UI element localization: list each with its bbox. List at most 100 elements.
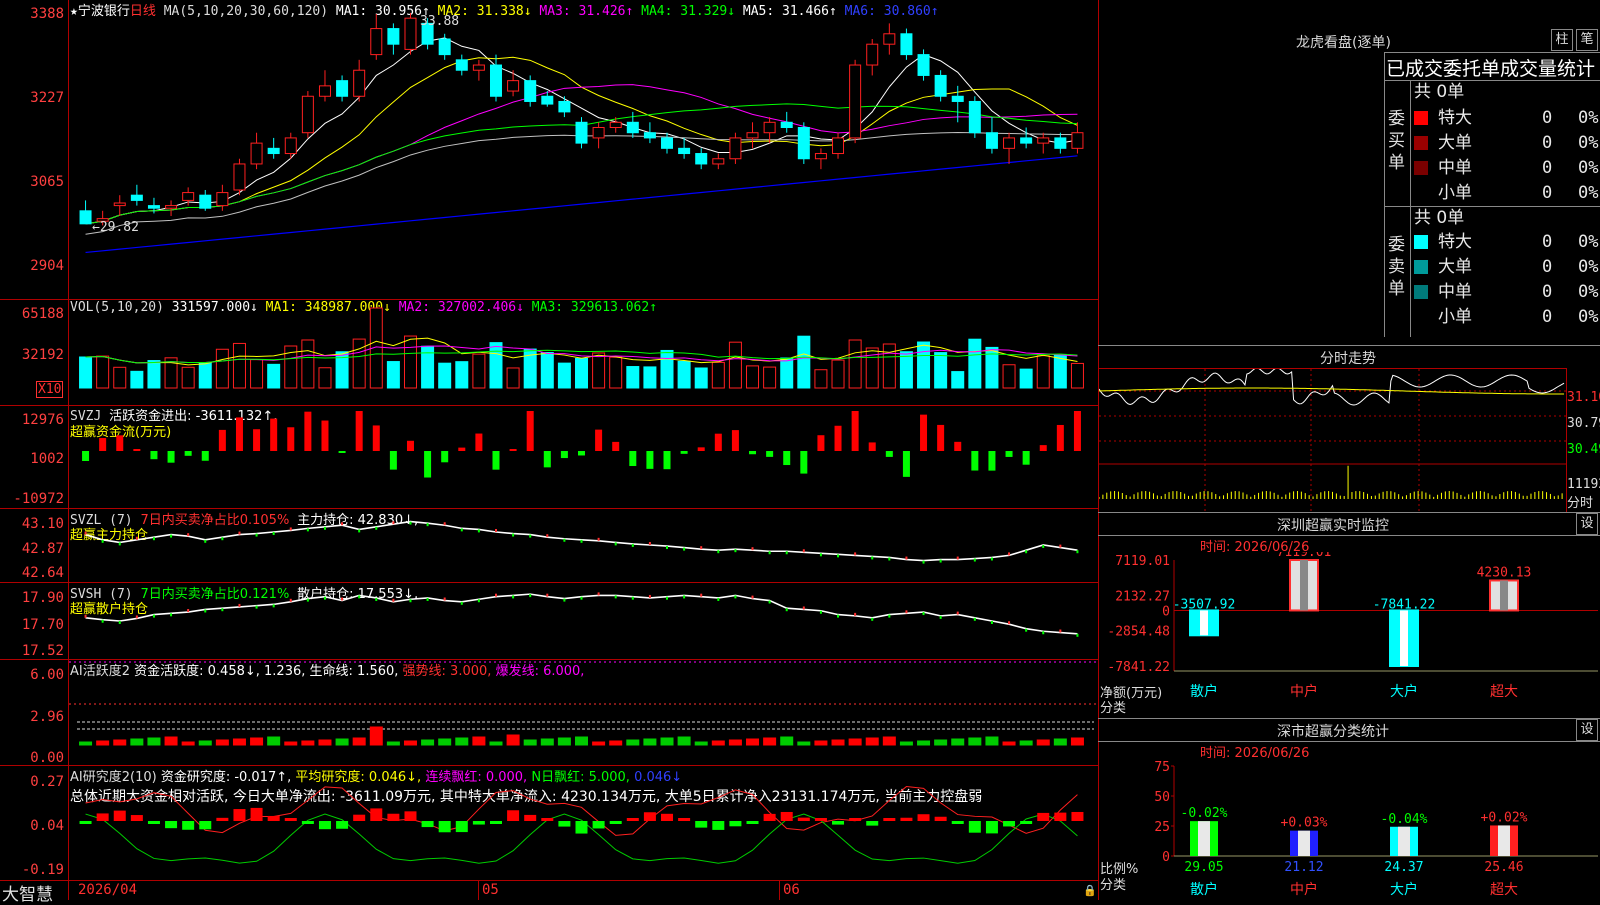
research-bar — [814, 818, 827, 821]
activity-bar — [318, 739, 332, 746]
intraday-chart[interactable] — [1099, 369, 1566, 511]
sz-class-category: 中户 — [1290, 881, 1318, 898]
sell-swatch-0 — [1414, 235, 1428, 249]
sz-class-chart[interactable]: 75 50 25 0 -0.02% 29.05 散户 +0.03% 21.12 中户 -0.04% 2… — [1098, 758, 1600, 900]
flow-bar — [321, 420, 329, 451]
flow-bar — [133, 449, 141, 451]
ai2-chart[interactable] — [69, 766, 1098, 880]
research-bar — [96, 813, 109, 821]
flow-bar — [526, 411, 534, 451]
flow-bar — [646, 451, 654, 469]
date-separator — [779, 880, 780, 900]
sz-monitor-category: 散户 — [1190, 683, 1218, 700]
sz-class-value-label: 29.05 — [1184, 860, 1223, 875]
sell-row-count: 0 — [1542, 257, 1553, 277]
sz-monitor-tick: 7119.01 — [1115, 554, 1170, 569]
ai1-tick: 2.96 — [30, 709, 64, 725]
research-bar — [592, 821, 605, 829]
svsh-tick: 17.90 — [21, 590, 64, 606]
svsh-tick: 17.52 — [21, 643, 64, 659]
activity-bar — [643, 738, 657, 746]
flow-bar — [749, 451, 757, 455]
volume-bar — [1002, 364, 1016, 389]
candle-body — [900, 33, 913, 56]
lock-icon[interactable]: 🔒 — [1083, 884, 1097, 897]
research-bar — [558, 821, 571, 827]
sz-monitor-value-label: -7841.22 — [1373, 597, 1436, 612]
flow-bar — [99, 438, 107, 451]
research-bar — [267, 815, 280, 821]
flow-bar — [595, 429, 603, 451]
bar-mode-button[interactable]: 柱 — [1551, 29, 1573, 51]
flow-bar — [578, 451, 585, 456]
sell-row-name: 大单 — [1438, 257, 1472, 277]
sell-row-pct: 0% — [1578, 232, 1599, 252]
research-bar — [489, 821, 502, 824]
activity-bar — [1019, 740, 1033, 746]
svzl-chart[interactable] — [69, 509, 1098, 582]
flow-bar — [1022, 451, 1030, 465]
sell-row-pct: 0% — [1578, 257, 1599, 277]
divider — [1384, 52, 1385, 337]
volume-bar — [694, 367, 708, 389]
activity-bar — [831, 739, 845, 746]
svsh-chart[interactable] — [69, 583, 1098, 659]
activity-bar — [438, 738, 452, 746]
sz-class-title: 深市超赢分类统计 — [1277, 724, 1389, 740]
sz-class-settings-button[interactable]: 设 — [1576, 719, 1598, 741]
ai1-tick: 6.00 — [30, 667, 64, 683]
volume-bar — [934, 352, 948, 389]
candle-body — [729, 137, 742, 160]
candle-body — [318, 85, 331, 97]
research-bar — [387, 813, 400, 821]
tab-order-stats[interactable]: 已成交委托单成交量统计 — [1386, 54, 1595, 81]
price-tick: 3227 — [30, 90, 64, 106]
divider — [1410, 80, 1411, 337]
flow-bar — [971, 451, 979, 471]
candlestick-chart[interactable] — [69, 0, 1098, 299]
flow-bar — [492, 451, 500, 470]
volume-bar — [489, 342, 503, 389]
candle-body — [507, 80, 520, 92]
flow-bar — [714, 433, 722, 451]
volume-bar — [865, 347, 879, 389]
candle-body — [951, 95, 964, 102]
flow-bar — [731, 430, 739, 451]
volume-bar — [79, 356, 93, 389]
sz-class-bar-highlight — [1498, 825, 1510, 856]
candle-body — [968, 100, 981, 134]
activity-bar — [592, 741, 606, 746]
activity-bar — [814, 740, 828, 746]
candle-body — [147, 205, 160, 209]
sz-monitor-chart[interactable]: 7119.01 2132.270 -2854.48 -7841.22 -3507.92 散… — [1098, 552, 1600, 714]
activity-bar — [386, 741, 400, 746]
tick-mode-button[interactable]: 笔 — [1576, 29, 1598, 51]
ai1-chart[interactable] — [69, 660, 1098, 765]
divider — [1098, 535, 1600, 536]
sell-row-name: 特大 — [1438, 232, 1472, 252]
research-bar — [353, 814, 366, 821]
research-bar — [250, 807, 263, 821]
activity-bar — [934, 739, 948, 746]
volume-bar — [250, 359, 264, 389]
volume-bar — [1019, 368, 1033, 389]
sz-class-tick: 25 — [1154, 820, 1170, 835]
research-bar — [1054, 812, 1067, 821]
sz-monitor-settings-button[interactable]: 设 — [1576, 513, 1598, 535]
svzj-chart[interactable] — [69, 406, 1098, 508]
sell-row-count: 0 — [1542, 232, 1553, 252]
research-bar — [780, 811, 793, 821]
volume-chart[interactable] — [69, 300, 1098, 405]
sell-row-count: 0 — [1542, 282, 1553, 302]
buy-row-pct: 0% — [1578, 158, 1599, 178]
price-tick: 3388 — [30, 6, 64, 22]
research-bar — [866, 821, 879, 826]
sz-class-bar-highlight — [1198, 821, 1210, 856]
volume-bar — [797, 335, 811, 389]
research-bar — [712, 821, 725, 830]
candle-body — [558, 100, 571, 113]
candle-body — [1037, 137, 1050, 144]
flow-bar — [184, 451, 192, 456]
activity-bar — [164, 736, 178, 746]
flow-bar — [218, 429, 226, 451]
